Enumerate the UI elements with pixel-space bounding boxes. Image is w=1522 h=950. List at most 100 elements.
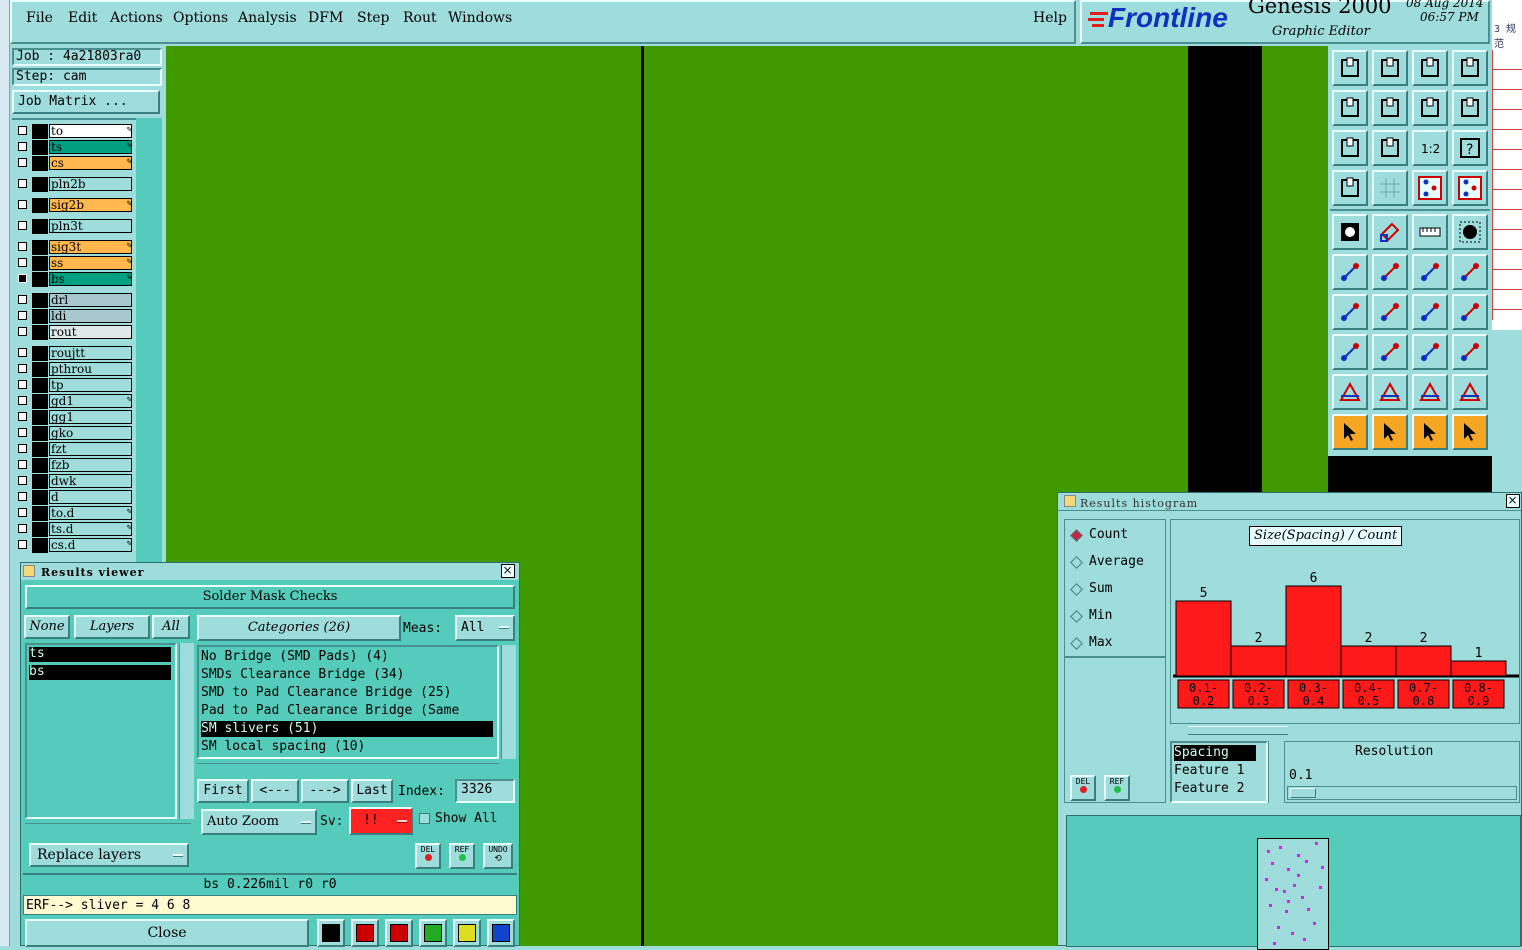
layer-affected-indicator[interactable] <box>32 309 48 324</box>
pad-tool[interactable] <box>1332 214 1368 250</box>
mirror-tool[interactable] <box>1452 294 1488 330</box>
ratio-tool[interactable]: 1:2 <box>1412 130 1448 166</box>
ref-button[interactable]: REF <box>449 843 475 869</box>
layer-checkbox[interactable] <box>18 126 27 135</box>
pointer-tool[interactable] <box>1332 414 1368 450</box>
layer-name[interactable]: dwk <box>49 474 132 488</box>
layer-name[interactable]: d <box>49 490 132 504</box>
close-icon[interactable]: × <box>1506 494 1520 508</box>
open-tool[interactable] <box>1332 50 1368 86</box>
category-item[interactable]: SMD to Pad Clearance Bridge (25) <box>201 685 493 701</box>
category-item[interactable]: SM slivers (51) <box>201 721 493 737</box>
layer-name[interactable]: cs <box>49 156 132 170</box>
triangle-a-tool[interactable] <box>1372 374 1408 410</box>
layer-checkbox[interactable] <box>18 428 27 437</box>
layer-name[interactable]: roujtt <box>49 346 132 360</box>
histogram-bar[interactable] <box>1230 645 1287 677</box>
category-list[interactable]: No Bridge (SMD Pads) (4) SMDs Clearance B… <box>197 645 499 759</box>
undo-view-tool[interactable] <box>1412 90 1448 126</box>
layer-affected-indicator[interactable] <box>32 394 48 409</box>
layer-name[interactable]: ts <box>49 140 132 154</box>
layer-name[interactable]: pthrou <box>49 362 132 376</box>
hist-ref-button[interactable]: REF <box>1104 775 1130 801</box>
histogram-button[interactable] <box>487 919 515 947</box>
line-tool[interactable] <box>1372 294 1408 330</box>
chart-hscrollbar[interactable] <box>1170 723 1520 737</box>
layer-affected-indicator[interactable] <box>32 490 48 505</box>
menu-file[interactable]: File <box>26 10 53 26</box>
layer-affected-indicator[interactable] <box>32 362 48 377</box>
layer-affected-indicator[interactable] <box>32 256 48 271</box>
histogram-bar[interactable] <box>1450 660 1507 677</box>
layer-result-scrollbar[interactable] <box>179 643 194 819</box>
menu-dfm[interactable]: DFM <box>308 10 343 26</box>
severity-select[interactable]: !! <box>349 807 413 835</box>
layer-row-ss[interactable]: ss ✎ <box>16 256 134 271</box>
layer-checkbox[interactable] <box>18 412 27 421</box>
ruler-tool[interactable] <box>1412 214 1448 250</box>
meas-select[interactable]: All <box>455 615 515 641</box>
layer-affected-indicator[interactable] <box>32 474 48 489</box>
layer-affected-indicator[interactable] <box>32 410 48 425</box>
layer-row-dwk[interactable]: dwk <box>16 474 134 489</box>
arc-tool[interactable] <box>1412 294 1448 330</box>
zoom-fit-tool[interactable] <box>1332 130 1368 166</box>
layer-checkbox[interactable] <box>18 327 27 336</box>
layer-name[interactable]: sig3t <box>49 240 132 254</box>
layer-row-drl[interactable]: drl <box>16 293 134 308</box>
layer-row-fzt[interactable]: fzt <box>16 442 134 457</box>
layer-name[interactable]: to.d <box>49 506 132 520</box>
layer-affected-indicator[interactable] <box>32 219 48 234</box>
param-spacing[interactable]: Spacing <box>1174 745 1256 761</box>
layer-checkbox[interactable] <box>18 492 27 501</box>
layer-affected-indicator[interactable] <box>32 442 48 457</box>
layer-checkbox[interactable] <box>18 444 27 453</box>
layer-row-pln3t[interactable]: pln3t <box>16 219 134 234</box>
layer-name[interactable]: gko <box>49 426 132 440</box>
polygon-tool[interactable] <box>1372 214 1408 250</box>
layer-name[interactable]: ss <box>49 256 132 270</box>
snap-in-tool[interactable] <box>1332 90 1368 126</box>
delete-marked-button[interactable] <box>385 919 413 947</box>
layer-affected-indicator[interactable] <box>32 538 48 553</box>
next-button[interactable]: ---> <box>301 779 349 803</box>
histogram-bar[interactable] <box>1285 585 1342 677</box>
param-feature1[interactable]: Feature 1 <box>1174 763 1244 778</box>
layer-name[interactable]: pln3t <box>49 219 132 233</box>
scroll-thumb[interactable] <box>1188 726 1288 735</box>
circle-tool[interactable] <box>1452 214 1488 250</box>
pointer-box-tool[interactable] <box>1372 414 1408 450</box>
connect-tool[interactable] <box>1332 254 1368 290</box>
hist-del-button[interactable]: DEL <box>1070 775 1096 801</box>
category-item[interactable]: SMDs Clearance Bridge (34) <box>201 667 493 683</box>
layer-result-list[interactable]: ts bs <box>25 643 177 819</box>
layer-row-cs[interactable]: cs ✎ <box>16 156 134 171</box>
category-hscrollbar[interactable] <box>197 763 499 775</box>
mode-sum[interactable]: Sum <box>1089 581 1112 596</box>
layer-checkbox[interactable] <box>18 242 27 251</box>
close-button[interactable]: Close <box>25 919 309 947</box>
layer-affected-indicator[interactable] <box>32 177 48 192</box>
angle-tool[interactable] <box>1332 294 1368 330</box>
fit-tool[interactable] <box>1452 50 1488 86</box>
home-tool[interactable] <box>1412 50 1448 86</box>
layer-stack-tool[interactable] <box>1452 170 1488 206</box>
layer-row-to-d[interactable]: to.d ✎ <box>16 506 134 521</box>
save-tool[interactable] <box>1372 50 1408 86</box>
layer-name[interactable]: drl <box>49 293 132 307</box>
menu-rout[interactable]: Rout <box>403 10 437 26</box>
category-item[interactable]: Pad to Pad Clearance Bridge (Same <box>201 703 493 719</box>
layer-checkbox[interactable] <box>18 396 27 405</box>
close-icon[interactable]: × <box>501 564 515 578</box>
shapes-tool[interactable] <box>1452 334 1488 370</box>
help-tool[interactable]: ? <box>1452 130 1488 166</box>
category-scrollbar[interactable] <box>501 645 516 759</box>
param-scrollbar[interactable] <box>1268 741 1283 803</box>
triangle-c-tool[interactable] <box>1452 374 1488 410</box>
first-button[interactable]: First <box>197 779 249 803</box>
layer-checkbox[interactable] <box>18 295 27 304</box>
layer-checkbox[interactable] <box>18 258 27 267</box>
layer-name[interactable]: tp <box>49 378 132 392</box>
auto-zoom-select[interactable]: Auto Zoom <box>201 809 317 835</box>
layer-name[interactable]: ts.d <box>49 522 132 536</box>
